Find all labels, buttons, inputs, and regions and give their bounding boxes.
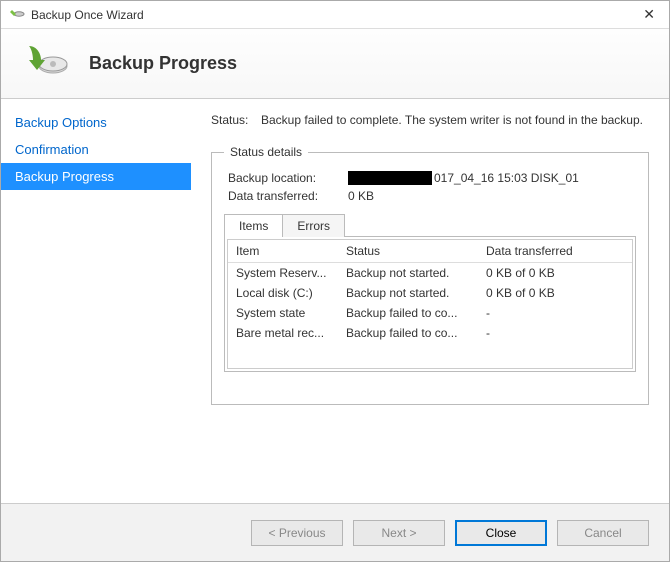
table-row: System Reserv... Backup not started. 0 K… bbox=[228, 263, 632, 284]
status-label: Status: bbox=[211, 113, 261, 127]
cell-item: System state bbox=[228, 303, 338, 323]
cell-status: Backup failed to co... bbox=[338, 323, 478, 343]
header-band: Backup Progress bbox=[1, 29, 669, 99]
data-transferred-value: 0 KB bbox=[348, 189, 636, 203]
backup-location-suffix: 017_04_16 15:03 DISK_01 bbox=[434, 171, 579, 185]
wizard-window: Backup Once Wizard ✕ Backup Progress Bac… bbox=[0, 0, 670, 562]
table-row: System state Backup failed to co... - bbox=[228, 303, 632, 323]
backup-location-label: Backup location: bbox=[228, 171, 348, 185]
items-table-frame: Item Status Data transferred System Rese… bbox=[224, 236, 636, 372]
tab-errors[interactable]: Errors bbox=[282, 214, 345, 237]
close-button[interactable]: Close bbox=[455, 520, 547, 546]
col-item: Item bbox=[228, 240, 338, 263]
cell-transferred: - bbox=[478, 323, 632, 343]
tab-items[interactable]: Items bbox=[224, 214, 283, 237]
footer-buttons: < Previous Next > Close Cancel bbox=[1, 503, 669, 561]
cell-item: System Reserv... bbox=[228, 263, 338, 284]
body-area: Backup Options Confirmation Backup Progr… bbox=[1, 99, 669, 503]
status-message: Backup failed to complete. The system wr… bbox=[261, 113, 649, 127]
table-header-row: Item Status Data transferred bbox=[228, 240, 632, 263]
cell-transferred: - bbox=[478, 303, 632, 323]
cancel-button: Cancel bbox=[557, 520, 649, 546]
cell-status: Backup not started. bbox=[338, 283, 478, 303]
status-details-group: Status details Backup location: 017_04_1… bbox=[211, 145, 649, 405]
cell-item: Local disk (C:) bbox=[228, 283, 338, 303]
sidebar-item-confirmation[interactable]: Confirmation bbox=[1, 136, 191, 163]
cell-status: Backup failed to co... bbox=[338, 303, 478, 323]
data-transferred-label: Data transferred: bbox=[228, 189, 348, 203]
table-row: Local disk (C:) Backup not started. 0 KB… bbox=[228, 283, 632, 303]
sidebar: Backup Options Confirmation Backup Progr… bbox=[1, 99, 191, 503]
col-transferred: Data transferred bbox=[478, 240, 632, 263]
backup-location-value: 017_04_16 15:03 DISK_01 bbox=[348, 171, 636, 185]
app-icon bbox=[9, 7, 25, 23]
cell-transferred: 0 KB of 0 KB bbox=[478, 283, 632, 303]
cell-item: Bare metal rec... bbox=[228, 323, 338, 343]
redacted-block bbox=[348, 171, 432, 185]
sidebar-item-backup-progress[interactable]: Backup Progress bbox=[1, 163, 191, 190]
close-icon[interactable]: ✕ bbox=[637, 6, 661, 23]
tabstrip: Items Errors bbox=[224, 213, 636, 236]
sidebar-item-backup-options[interactable]: Backup Options bbox=[1, 109, 191, 136]
cell-status: Backup not started. bbox=[338, 263, 478, 284]
items-table: Item Status Data transferred System Rese… bbox=[228, 240, 632, 343]
page-title: Backup Progress bbox=[89, 53, 237, 74]
table-row: Bare metal rec... Backup failed to co...… bbox=[228, 323, 632, 343]
status-line: Status: Backup failed to complete. The s… bbox=[211, 113, 649, 127]
window-title: Backup Once Wizard bbox=[31, 8, 637, 22]
col-status: Status bbox=[338, 240, 478, 263]
data-transferred-row: Data transferred: 0 KB bbox=[224, 189, 636, 203]
content-pane: Status: Backup failed to complete. The s… bbox=[191, 99, 669, 503]
next-button: Next > bbox=[353, 520, 445, 546]
backup-progress-icon bbox=[21, 40, 69, 88]
cell-transferred: 0 KB of 0 KB bbox=[478, 263, 632, 284]
previous-button: < Previous bbox=[251, 520, 343, 546]
status-details-legend: Status details bbox=[224, 145, 308, 159]
title-bar: Backup Once Wizard ✕ bbox=[1, 1, 669, 29]
backup-location-row: Backup location: 017_04_16 15:03 DISK_01 bbox=[224, 171, 636, 185]
